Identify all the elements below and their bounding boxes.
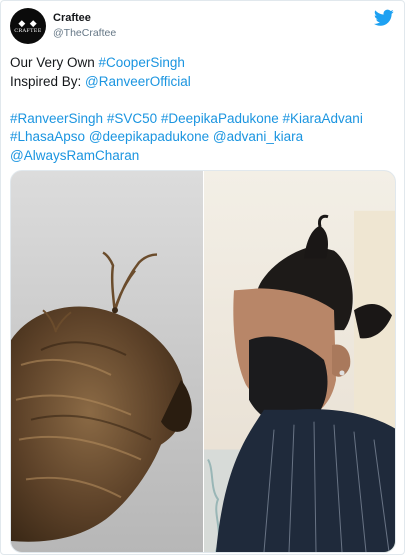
mention-link[interactable]: @deepikapadukone: [89, 129, 209, 144]
tweet-header: ◆ ◆ CRAFTEE Craftee @TheCraftee: [10, 8, 395, 44]
avatar-wordmark: CRAFTEE: [14, 27, 42, 34]
hashtag-link[interactable]: #KiaraAdvani: [283, 111, 363, 126]
mention-link[interactable]: @RanveerOfficial: [85, 74, 191, 89]
dog-photo[interactable]: [11, 171, 203, 552]
tweet-text: Our Very Own #CooperSingh Inspired By: @…: [10, 54, 402, 166]
twitter-bird-icon[interactable]: [374, 9, 394, 27]
ranveer-photo[interactable]: [204, 171, 396, 552]
mention-link[interactable]: @AlwaysRamCharan: [10, 148, 139, 163]
account-handle[interactable]: @TheCraftee: [53, 27, 116, 39]
tweet-line-3: #RanveerSingh #SVC50 #DeepikaPadukone #K…: [10, 110, 402, 129]
mention-link[interactable]: @advani_kiara: [213, 129, 303, 144]
tweet-card: ◆ ◆ CRAFTEE Craftee @TheCraftee Our Very…: [0, 0, 405, 555]
tweet-line-2: Inspired By: @RanveerOfficial: [10, 73, 191, 89]
hashtag-link[interactable]: #RanveerSingh: [10, 111, 103, 126]
avatar[interactable]: ◆ ◆ CRAFTEE: [10, 8, 46, 44]
tweet-media[interactable]: [10, 170, 396, 553]
hashtag-link[interactable]: #LhasaApso: [10, 129, 85, 144]
tweet-line-5: @AlwaysRamCharan: [10, 147, 402, 166]
hashtag-link[interactable]: #CooperSingh: [99, 55, 185, 70]
account-name[interactable]: Craftee: [53, 12, 91, 24]
hashtag-link[interactable]: #DeepikaPadukone: [161, 111, 279, 126]
hashtag-link[interactable]: #SVC50: [107, 111, 157, 126]
tweet-line-4: #LhasaApso @deepikapadukone @advani_kiar…: [10, 128, 402, 147]
tweet-line-1: Our Very Own #CooperSingh: [10, 55, 185, 70]
avatar-logo-icon: ◆ ◆: [18, 17, 38, 28]
